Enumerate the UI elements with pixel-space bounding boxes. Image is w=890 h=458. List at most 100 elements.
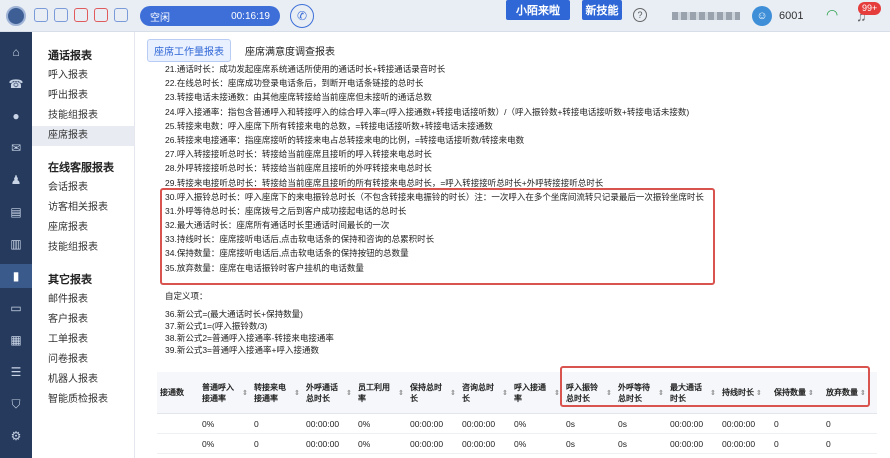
sidebar-item-ticket[interactable]: 工单报表: [32, 330, 134, 350]
table-cell: 0s: [566, 418, 575, 429]
monitor-icon[interactable]: ▭: [0, 296, 32, 320]
promo-button-left[interactable]: 小陌来啦: [506, 0, 570, 20]
sidebar-item-bot[interactable]: 机器人报表: [32, 370, 134, 390]
call-icon[interactable]: ☎: [0, 72, 32, 96]
call-timer: 00:16:19: [231, 10, 270, 22]
sidebar-item-visitor[interactable]: 访客相关报表: [32, 198, 134, 218]
sidebar-item-session[interactable]: 会话报表: [32, 178, 134, 198]
report-sidebar: 通话报表 呼入报表 呼出报表 技能组报表 座席报表 在线客服报表 会话报表 访客…: [32, 32, 135, 458]
col-header[interactable]: 员工利用率 ⇕: [355, 372, 407, 413]
col-header-text: 员工利用率: [358, 382, 390, 403]
sidebar-item-agent[interactable]: 座席报表: [32, 126, 134, 146]
avatar[interactable]: ☺: [752, 6, 772, 26]
mail-icon[interactable]: ✉: [0, 136, 32, 160]
no-video-icon[interactable]: [94, 8, 108, 22]
home-icon[interactable]: ⌂: [0, 40, 32, 64]
col-header[interactable]: 接通数: [157, 372, 199, 413]
col-header[interactable]: 普通呼入接通率 ⇕: [199, 372, 251, 413]
table-cell: 0: [774, 438, 779, 449]
custom-line: 39.新公式3=普通呼入接通率+呼入接通数: [165, 345, 319, 355]
highlight-box-definitions: [160, 188, 715, 285]
speaker-icon[interactable]: [54, 8, 68, 22]
definition-line: 21.通话时长：成功发起座席系统通话所使用的通话时长+转接通话录音时长: [165, 64, 446, 74]
definition-line: 24.呼入接通率：指包含普通呼入和转接呼入的综合呼入率=(呼入接通数+转接电话接…: [165, 106, 690, 117]
shield-icon[interactable]: ⛉: [0, 392, 32, 416]
table-cell: 0%: [514, 418, 527, 429]
sidebar-item-customer[interactable]: 客户报表: [32, 310, 134, 330]
book-icon[interactable]: ▥: [0, 232, 32, 256]
tab-agent-workload[interactable]: 座席工作量报表: [147, 39, 231, 62]
table-cell: 00:00:00: [410, 418, 444, 429]
app-logo: [6, 6, 26, 26]
table-row: 0% 0 00:00:00 0% 00:00:00 00:00:00 0% 0s…: [157, 414, 877, 434]
table-cell: 00:00:00: [306, 438, 340, 449]
mute-icon[interactable]: [74, 8, 88, 22]
col-header[interactable]: 转接来电接通率 ⇕: [251, 372, 303, 413]
section-title-other: 其它报表: [48, 274, 92, 286]
table-cell: 0: [826, 438, 831, 449]
definition-line: 28.外呼转接接听总时长：转接给当前座席且接听的外呼转接来电总时长: [165, 163, 432, 174]
phone-icon[interactable]: ✆: [290, 4, 314, 28]
help-icon[interactable]: ?: [633, 8, 647, 22]
sidebar-item-online-skill[interactable]: 技能组报表: [32, 238, 134, 258]
tab-agent-satisfaction[interactable]: 座席满意度调查报表: [239, 40, 341, 61]
col-header[interactable]: 保持总时长 ⇕: [407, 372, 459, 413]
table-cell: 0: [254, 438, 259, 449]
sidebar-item-outbound[interactable]: 呼出报表: [32, 86, 134, 106]
table-cell: 0: [254, 418, 259, 429]
sidebar-item-inbound[interactable]: 呼入报表: [32, 66, 134, 86]
table-cell: 00:00:00: [306, 418, 340, 429]
highlight-box-columns: [560, 366, 870, 407]
blurred-account: [672, 12, 740, 20]
top-bar: 空闲 00:16:19 ✆ 小陌来啦 新技能 ? ☺ 6001 ◠ ♫ 99+: [0, 0, 890, 32]
table-cell: 0s: [618, 438, 627, 449]
sort-icon[interactable]: ⇕: [450, 389, 456, 397]
report-icon[interactable]: ▮: [0, 264, 32, 288]
sidebar-item-email[interactable]: 邮件报表: [32, 290, 134, 310]
col-header[interactable]: 咨询总时长 ⇕: [459, 372, 511, 413]
custom-line: 38.新公式2=普通呼入接通率-转接来电接通率: [165, 333, 334, 343]
user-icon[interactable]: ♟: [0, 168, 32, 192]
definition-line: 23.转接电话未接通数：由其他座席转接给当前座席但未接听的通话总数: [165, 92, 432, 103]
col-header-text: 保持总时长: [410, 382, 442, 403]
table-cell: 0: [774, 418, 779, 429]
status-dropdown[interactable]: 空闲 00:16:19: [140, 6, 280, 26]
custom-line: 36.新公式=(最大通话时长+保持数量): [165, 309, 303, 319]
definition-line: 22.在线总时长：座席成功登录电话条后，到断开电话条链接的总时长: [165, 78, 424, 89]
group-icon[interactable]: [114, 8, 128, 22]
col-header[interactable]: 呼入接通率 ⇕: [511, 372, 563, 413]
sidebar-item-qa[interactable]: 智能质检报表: [32, 390, 134, 410]
chat-icon[interactable]: ●: [0, 104, 32, 128]
col-header[interactable]: 外呼通话总时长 ⇕: [303, 372, 355, 413]
grid-icon[interactable]: ▦: [0, 328, 32, 352]
table-row: 0% 0 00:00:00 0% 00:00:00 00:00:00 0% 0s…: [157, 434, 877, 454]
promo-button-right[interactable]: 新技能: [582, 0, 622, 20]
definition-line: 27.呼入转接接听总时长：转接给当前座席且接听的呼入转接来电总时长: [165, 149, 432, 160]
sort-icon[interactable]: ⇕: [398, 389, 404, 397]
ticket-icon[interactable]: ▤: [0, 200, 32, 224]
sidebar-item-survey[interactable]: 问卷报表: [32, 350, 134, 370]
list-icon[interactable]: ☰: [0, 360, 32, 384]
table-cell: 00:00:00: [670, 438, 704, 449]
menu-icon[interactable]: [34, 8, 48, 22]
sort-icon[interactable]: ⇕: [502, 389, 508, 397]
table-cell: 0%: [514, 438, 527, 449]
col-header-text: 咨询总时长: [462, 382, 494, 403]
table-cell: 00:00:00: [670, 418, 704, 429]
col-header-text: 转接来电接通率: [254, 382, 286, 403]
sort-icon[interactable]: ⇕: [294, 389, 300, 397]
table-cell: 0%: [358, 438, 371, 449]
col-header-text: 呼入接通率: [514, 382, 546, 403]
sidebar-item-skill-group[interactable]: 技能组报表: [32, 106, 134, 126]
notification-badge: 99+: [858, 2, 882, 15]
definition-line: 25.转接来电数：呼入座席下所有转接来电的总数，=转接电话接听数+转接电话未接通…: [165, 120, 493, 131]
status-label: 空闲: [150, 12, 170, 24]
table-cell: 0s: [618, 418, 627, 429]
sort-icon[interactable]: ⇕: [346, 389, 352, 397]
sort-icon[interactable]: ⇕: [242, 389, 248, 397]
sidebar-item-online-agent[interactable]: 座席报表: [32, 218, 134, 238]
col-header-text: 普通呼入接通率: [202, 382, 234, 403]
toolbar-icons: [34, 8, 128, 22]
settings-icon[interactable]: ⚙: [0, 424, 32, 448]
left-nav: ⌂ ☎ ● ✉ ♟ ▤ ▥ ▮ ▭ ▦ ☰ ⛉ ⚙: [0, 32, 32, 458]
